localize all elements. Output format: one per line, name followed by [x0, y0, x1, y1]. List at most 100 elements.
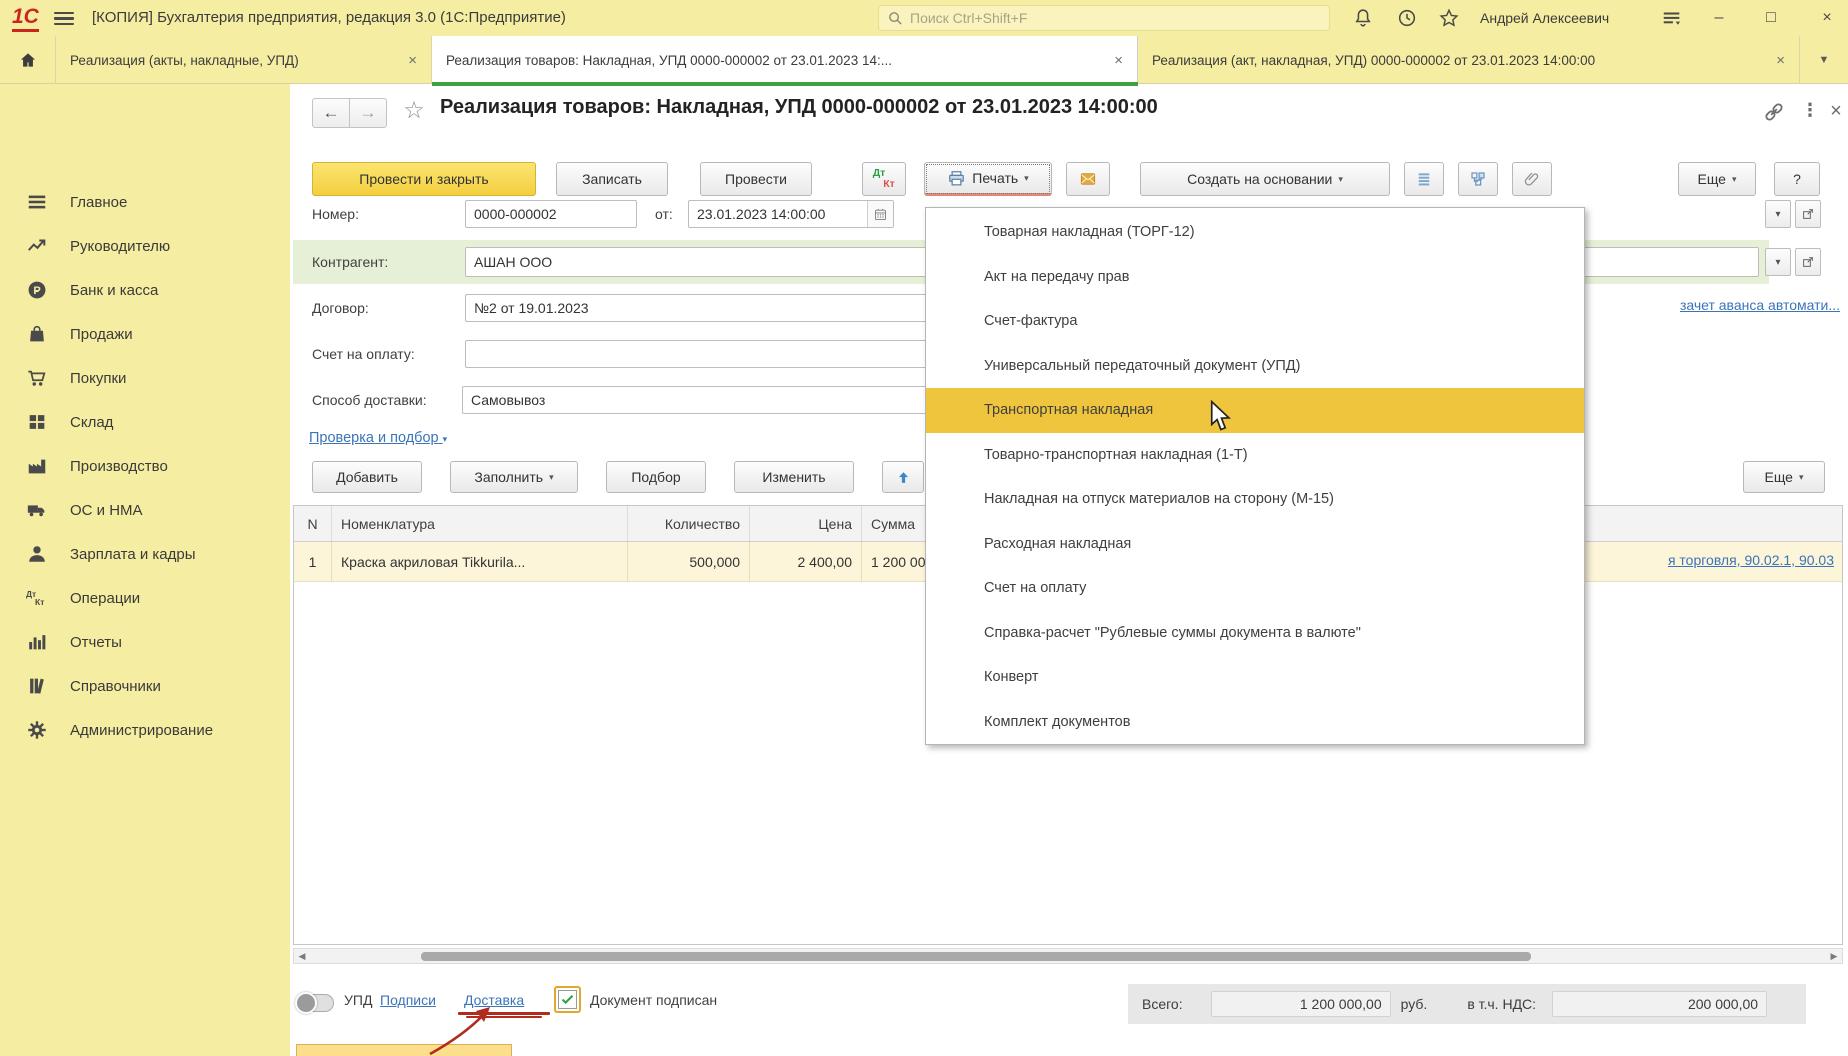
- sidebar-item-fixed-assets[interactable]: ОС и НМА: [0, 488, 290, 532]
- sidebar-item-sales[interactable]: Продажи: [0, 312, 290, 356]
- menu-item-m15[interactable]: Накладная на отпуск материалов на сторон…: [926, 477, 1584, 522]
- tab-realization-document[interactable]: Реализация товаров: Накладная, УПД 0000-…: [432, 36, 1138, 84]
- more-dots-icon[interactable]: ⋮: [1798, 100, 1822, 124]
- sidebar-item-bank-cash[interactable]: P Банк и касса: [0, 268, 290, 312]
- advance-offset-link[interactable]: зачет аванса автомати...: [1680, 297, 1840, 313]
- sidebar-item-administration[interactable]: Администрирование: [0, 708, 290, 752]
- document-signed-label: Документ подписан: [590, 992, 717, 1008]
- column-header-n[interactable]: N: [294, 506, 332, 541]
- dt-kt-postings-button[interactable]: Дт Кт: [862, 162, 906, 196]
- tab-overflow-arrow-icon[interactable]: ▼: [1800, 36, 1848, 84]
- related-documents-button[interactable]: [1404, 162, 1444, 196]
- create-based-on-button[interactable]: Создать на основании ▾: [1140, 162, 1390, 196]
- row-accounts-link[interactable]: я торговля, 90.02.1, 90.03: [1668, 552, 1834, 568]
- number-field[interactable]: [465, 200, 637, 228]
- current-user[interactable]: Андрей Алексеевич: [1480, 10, 1609, 26]
- scroll-right-icon[interactable]: ▶: [1826, 949, 1842, 963]
- menu-item-calc-reference[interactable]: Справка-расчет "Рублевые суммы документа…: [926, 611, 1584, 656]
- close-document-icon[interactable]: ×: [1824, 100, 1848, 124]
- close-tab-icon[interactable]: ×: [1114, 52, 1123, 69]
- sidebar-item-manager[interactable]: Руководителю: [0, 224, 290, 268]
- help-button[interactable]: ?: [1774, 162, 1820, 196]
- document-structure-button[interactable]: [1458, 162, 1498, 196]
- menu-item-envelope[interactable]: Конверт: [926, 655, 1584, 700]
- menu-item-transfer-act[interactable]: Акт на передачу прав: [926, 255, 1584, 300]
- send-email-button[interactable]: [1066, 162, 1110, 196]
- organization-select-arrow-icon[interactable]: ▾: [1765, 200, 1791, 228]
- annotation-arrow: [390, 998, 520, 1056]
- sidebar-item-operations[interactable]: ДтКт Операции: [0, 576, 290, 620]
- more-button[interactable]: Еще ▾: [1678, 162, 1756, 196]
- horizontal-scrollbar[interactable]: ◀ ▶: [293, 948, 1843, 964]
- column-header-quantity[interactable]: Количество: [628, 506, 750, 541]
- scrollbar-thumb[interactable]: [421, 952, 1531, 961]
- menu-item-expense-waybill[interactable]: Расходная накладная: [926, 522, 1584, 567]
- main-menu-icon[interactable]: [54, 9, 74, 27]
- get-link-icon[interactable]: [1762, 100, 1786, 124]
- document-signed-checkbox[interactable]: [554, 986, 581, 1013]
- edit-button[interactable]: Изменить: [734, 461, 854, 493]
- post-button[interactable]: Провести: [700, 162, 812, 196]
- date-field[interactable]: [688, 200, 894, 228]
- sidebar-item-purchases[interactable]: Покупки: [0, 356, 290, 400]
- contractor-select-arrow-icon[interactable]: ▾: [1765, 248, 1791, 276]
- 1c-application-window: 1С [КОПИЯ] Бухгалтерия предприятия, реда…: [0, 0, 1848, 1056]
- favorite-star-icon[interactable]: ☆: [402, 96, 426, 120]
- document-title: Реализация товаров: Накладная, УПД 0000-…: [440, 96, 1158, 119]
- attachments-button[interactable]: [1512, 162, 1552, 196]
- upd-toggle[interactable]: [296, 994, 334, 1012]
- tab-realization-act[interactable]: Реализация (акт, накладная, УПД) 0000-00…: [1138, 36, 1800, 84]
- history-icon[interactable]: [1396, 7, 1418, 29]
- menu-item-transport-waybill[interactable]: Транспортная накладная: [926, 388, 1584, 433]
- save-button[interactable]: Записать: [556, 162, 668, 196]
- contractor-open-icon[interactable]: [1795, 248, 1821, 276]
- post-and-close-button[interactable]: Провести и закрыть: [312, 162, 536, 196]
- sidebar-item-warehouse[interactable]: Склад: [0, 400, 290, 444]
- search-input[interactable]: [910, 10, 1321, 26]
- close-window-button[interactable]: ×: [1812, 4, 1842, 32]
- notifications-bell-icon[interactable]: [1352, 7, 1374, 29]
- column-header-price[interactable]: Цена: [750, 506, 862, 541]
- titlebar: 1С [КОПИЯ] Бухгалтерия предприятия, реда…: [0, 0, 1848, 36]
- sidebar-item-reports[interactable]: Отчеты: [0, 620, 290, 664]
- tab-home[interactable]: [0, 36, 56, 84]
- favorites-star-icon[interactable]: [1438, 7, 1460, 29]
- tab-bar: Реализация (акты, накладные, УПД) × Реал…: [0, 36, 1848, 84]
- pick-button[interactable]: Подбор: [606, 461, 706, 493]
- nav-back-button[interactable]: ←: [312, 98, 350, 128]
- sidebar-item-salary-hr[interactable]: Зарплата и кадры: [0, 532, 290, 576]
- menu-item-payment-invoice[interactable]: Счет на оплату: [926, 566, 1584, 611]
- table-more-button[interactable]: Еще ▾: [1743, 461, 1825, 493]
- menu-item-torg12[interactable]: Товарная накладная (ТОРГ-12): [926, 210, 1584, 255]
- minimize-button[interactable]: –: [1704, 4, 1734, 32]
- global-search[interactable]: [878, 5, 1330, 31]
- menu-item-document-set[interactable]: Комплект документов: [926, 700, 1584, 745]
- service-menu-icon[interactable]: [1660, 7, 1682, 29]
- sidebar-item-directories[interactable]: Справочники: [0, 664, 290, 708]
- organization-open-icon[interactable]: [1795, 200, 1821, 228]
- sidebar-item-main[interactable]: Главное: [0, 180, 290, 224]
- truck-icon: [26, 499, 48, 521]
- scroll-left-icon[interactable]: ◀: [294, 949, 310, 963]
- check-and-pick-link[interactable]: Проверка и подбор ▾: [309, 430, 447, 446]
- close-tab-icon[interactable]: ×: [408, 52, 417, 69]
- menu-item-upd[interactable]: Универсальный передаточный документ (УПД…: [926, 344, 1584, 389]
- totals-panel: Всего: 1 200 000,00 руб. в т.ч. НДС: 200…: [1128, 984, 1806, 1024]
- printer-icon: [947, 169, 966, 188]
- paperclip-icon: [1523, 170, 1541, 188]
- menu-item-1t-waybill[interactable]: Товарно-транспортная накладная (1-Т): [926, 433, 1584, 478]
- currency-label: руб.: [1401, 996, 1428, 1012]
- close-tab-icon[interactable]: ×: [1776, 52, 1785, 69]
- move-row-up-button[interactable]: [882, 461, 924, 493]
- maximize-button[interactable]: □: [1756, 4, 1786, 32]
- nav-forward-button[interactable]: →: [349, 98, 387, 128]
- print-button[interactable]: Печать ▾: [924, 162, 1052, 196]
- calendar-icon[interactable]: [867, 201, 893, 227]
- sidebar-item-production[interactable]: Производство: [0, 444, 290, 488]
- tab-realization-list[interactable]: Реализация (акты, накладные, УПД) ×: [56, 36, 432, 84]
- fill-button[interactable]: Заполнить ▾: [450, 461, 578, 493]
- add-row-button[interactable]: Добавить: [312, 461, 422, 493]
- menu-item-invoice-factura[interactable]: Счет-фактура: [926, 299, 1584, 344]
- contractor-label: Контрагент:: [312, 254, 388, 270]
- column-header-nomenclature[interactable]: Номенклатура: [332, 506, 628, 541]
